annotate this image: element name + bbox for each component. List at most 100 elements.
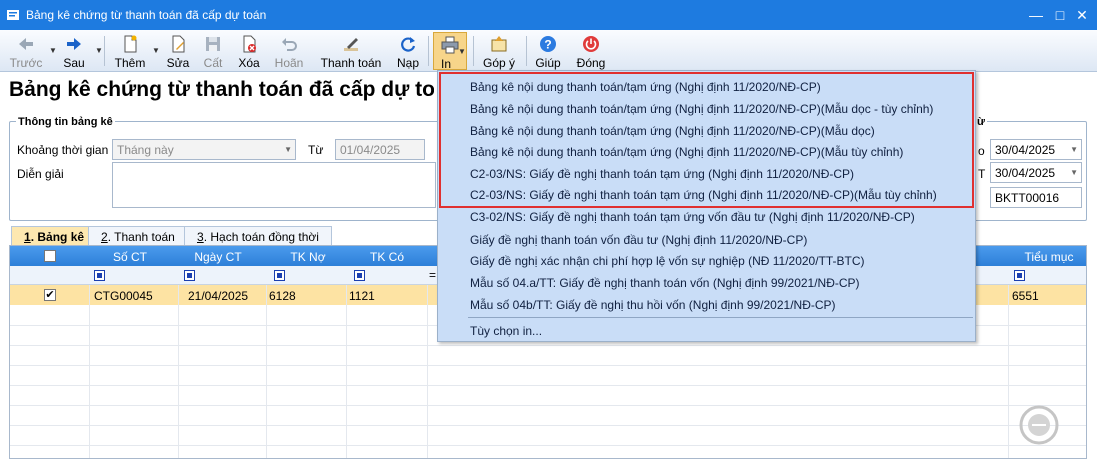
save-button[interactable]: Cất bbox=[199, 32, 227, 70]
payment-button[interactable]: Thanh toán bbox=[319, 32, 383, 70]
from-date-input[interactable]: 01/04/2025 bbox=[335, 139, 425, 160]
note-label: Diễn giải bbox=[17, 167, 64, 181]
document-number-input[interactable]: BKTT00016 bbox=[990, 187, 1082, 208]
grid-line bbox=[427, 285, 428, 458]
print-menu-item[interactable]: C3-02/NS: Giấy đề nghị thanh toán tạm ứn… bbox=[470, 210, 915, 224]
page-title: Bảng kê chứng từ thanh toán đã cấp dự to… bbox=[9, 78, 434, 101]
printer-icon bbox=[441, 36, 459, 54]
chevron-down-icon: ▼ bbox=[1070, 168, 1078, 177]
column-header-tk-co[interactable]: TK Có bbox=[347, 250, 427, 264]
period-select[interactable]: Tháng này ▼ bbox=[112, 139, 296, 160]
filter-icon[interactable] bbox=[1014, 270, 1025, 281]
grid-line bbox=[10, 345, 1086, 346]
cell-tieu-muc: 6551 bbox=[1012, 289, 1039, 303]
watermark-seal-icon bbox=[1019, 405, 1059, 445]
tab-bang-ke[interactable]: 1. Bảng kê bbox=[11, 226, 98, 246]
close-icon[interactable]: ✕ bbox=[1073, 6, 1091, 24]
prev-button[interactable]: Trước bbox=[6, 32, 46, 70]
grid-line bbox=[10, 385, 1086, 386]
delete-document-icon bbox=[243, 35, 256, 53]
toolbar-separator bbox=[473, 36, 474, 66]
row-checkbox[interactable]: ✔ bbox=[44, 289, 56, 301]
new-document-icon bbox=[124, 35, 137, 53]
svg-text:?: ? bbox=[544, 38, 551, 52]
print-menu-item[interactable]: Giấy đề nghị thanh toán vốn đầu tư (Nghị… bbox=[470, 233, 807, 247]
toolbar: Trước ▼ Sau ▼ Thêm ▼ Sửa Cất Xóa Hoãn Th… bbox=[0, 30, 1097, 72]
chevron-down-icon[interactable]: ▼ bbox=[49, 46, 57, 55]
delete-button[interactable]: Xóa bbox=[234, 32, 264, 70]
floppy-disk-icon bbox=[206, 37, 220, 51]
grid-line bbox=[10, 425, 1086, 426]
window-title: Bảng kê chứng từ thanh toán đã cấp dự to… bbox=[26, 8, 267, 22]
filter-icon[interactable] bbox=[94, 270, 105, 281]
date-label: T bbox=[978, 167, 986, 181]
refresh-icon bbox=[401, 37, 416, 52]
print-menu-item[interactable]: Mẫu số 04b/TT: Giấy đề nghị thu hồi vốn … bbox=[470, 298, 836, 312]
undo-icon bbox=[282, 38, 297, 51]
filter-icon[interactable] bbox=[274, 270, 285, 281]
print-options-item[interactable]: Tùy chọn in... bbox=[470, 324, 542, 338]
from-label: Từ bbox=[308, 143, 324, 157]
arrow-right-icon bbox=[67, 38, 81, 50]
chevron-down-icon[interactable]: ▼ bbox=[458, 47, 466, 56]
cell-so-ct: CTG00045 bbox=[94, 289, 153, 303]
filter-icon[interactable] bbox=[354, 270, 365, 281]
close-button[interactable]: Đóng bbox=[574, 32, 608, 70]
reload-button[interactable]: Nạp bbox=[394, 32, 422, 70]
title-bar: Bảng kê chứng từ thanh toán đã cấp dự to… bbox=[0, 0, 1097, 30]
highlight-box bbox=[439, 72, 974, 208]
grid-line bbox=[10, 405, 1086, 406]
cell-tk-no: 6128 bbox=[269, 289, 296, 303]
grid-line bbox=[1008, 285, 1009, 458]
chevron-down-icon: ▼ bbox=[1070, 145, 1078, 154]
group-title: Thông tin bảng kê bbox=[16, 116, 115, 128]
edit-button[interactable]: Sửa bbox=[163, 32, 193, 70]
chevron-down-icon[interactable]: ▼ bbox=[95, 46, 103, 55]
column-header-so-ct[interactable]: Số CT bbox=[90, 250, 170, 264]
tab-thanh-toan[interactable]: 2. Thanh toán bbox=[88, 226, 188, 246]
grid-line bbox=[10, 365, 1086, 366]
grid-line bbox=[346, 285, 347, 458]
app-icon bbox=[7, 10, 19, 20]
print-menu-item[interactable]: Giấy đề nghị xác nhận chi phí hợp lệ vốn… bbox=[470, 254, 865, 268]
grid-line bbox=[178, 285, 179, 458]
maximize-icon[interactable]: □ bbox=[1051, 6, 1069, 24]
add-button[interactable]: Thêm bbox=[112, 32, 148, 70]
edit-document-icon bbox=[172, 35, 185, 53]
undo-button[interactable]: Hoãn bbox=[272, 32, 306, 70]
feedback-icon bbox=[491, 36, 507, 52]
filter-operator: = bbox=[429, 268, 437, 282]
filter-icon[interactable] bbox=[184, 270, 195, 281]
pen-sign-icon bbox=[344, 38, 358, 51]
tab-hach-toan-dong-thoi[interactable]: 3. Hạch toán đồng thời bbox=[184, 226, 332, 246]
column-header-ngay-ct[interactable]: Ngày CT bbox=[178, 250, 258, 264]
menu-separator bbox=[468, 317, 973, 318]
chevron-down-icon[interactable]: ▼ bbox=[152, 46, 160, 55]
help-icon: ? bbox=[540, 36, 556, 52]
print-button[interactable]: In ▼ bbox=[433, 32, 467, 71]
toolbar-separator bbox=[526, 36, 527, 66]
help-button[interactable]: ? Giúp bbox=[533, 32, 563, 70]
cell-ngay-ct: 21/04/2025 bbox=[188, 289, 249, 303]
right-group-title: ừ bbox=[975, 116, 987, 128]
next-button[interactable]: Sau bbox=[58, 32, 90, 70]
cell-tk-co: 1121 bbox=[349, 289, 375, 303]
power-icon bbox=[583, 36, 599, 52]
toolbar-separator bbox=[104, 36, 105, 66]
note-textarea[interactable] bbox=[112, 162, 436, 208]
column-header-tieu-muc[interactable]: Tiểu mục bbox=[1010, 250, 1086, 264]
to-label: o bbox=[978, 144, 985, 158]
grid-line bbox=[89, 285, 90, 458]
period-label: Khoảng thời gian bbox=[17, 143, 109, 157]
to-date-input[interactable]: 30/04/2025 ▼ bbox=[990, 139, 1082, 160]
grid-line bbox=[10, 445, 1086, 446]
document-date-input[interactable]: 30/04/2025 ▼ bbox=[990, 162, 1082, 183]
column-header-tk-no[interactable]: TK Nợ bbox=[268, 250, 348, 264]
minimize-icon[interactable]: — bbox=[1027, 6, 1045, 24]
feedback-button[interactable]: Góp ý bbox=[479, 32, 519, 70]
chevron-down-icon: ▼ bbox=[284, 145, 292, 154]
print-menu-item[interactable]: Mẫu số 04.a/TT: Giấy đề nghị thanh toán … bbox=[470, 276, 860, 290]
grid-line bbox=[266, 285, 267, 458]
arrow-left-icon bbox=[19, 38, 33, 50]
select-all-checkbox[interactable] bbox=[44, 250, 56, 262]
